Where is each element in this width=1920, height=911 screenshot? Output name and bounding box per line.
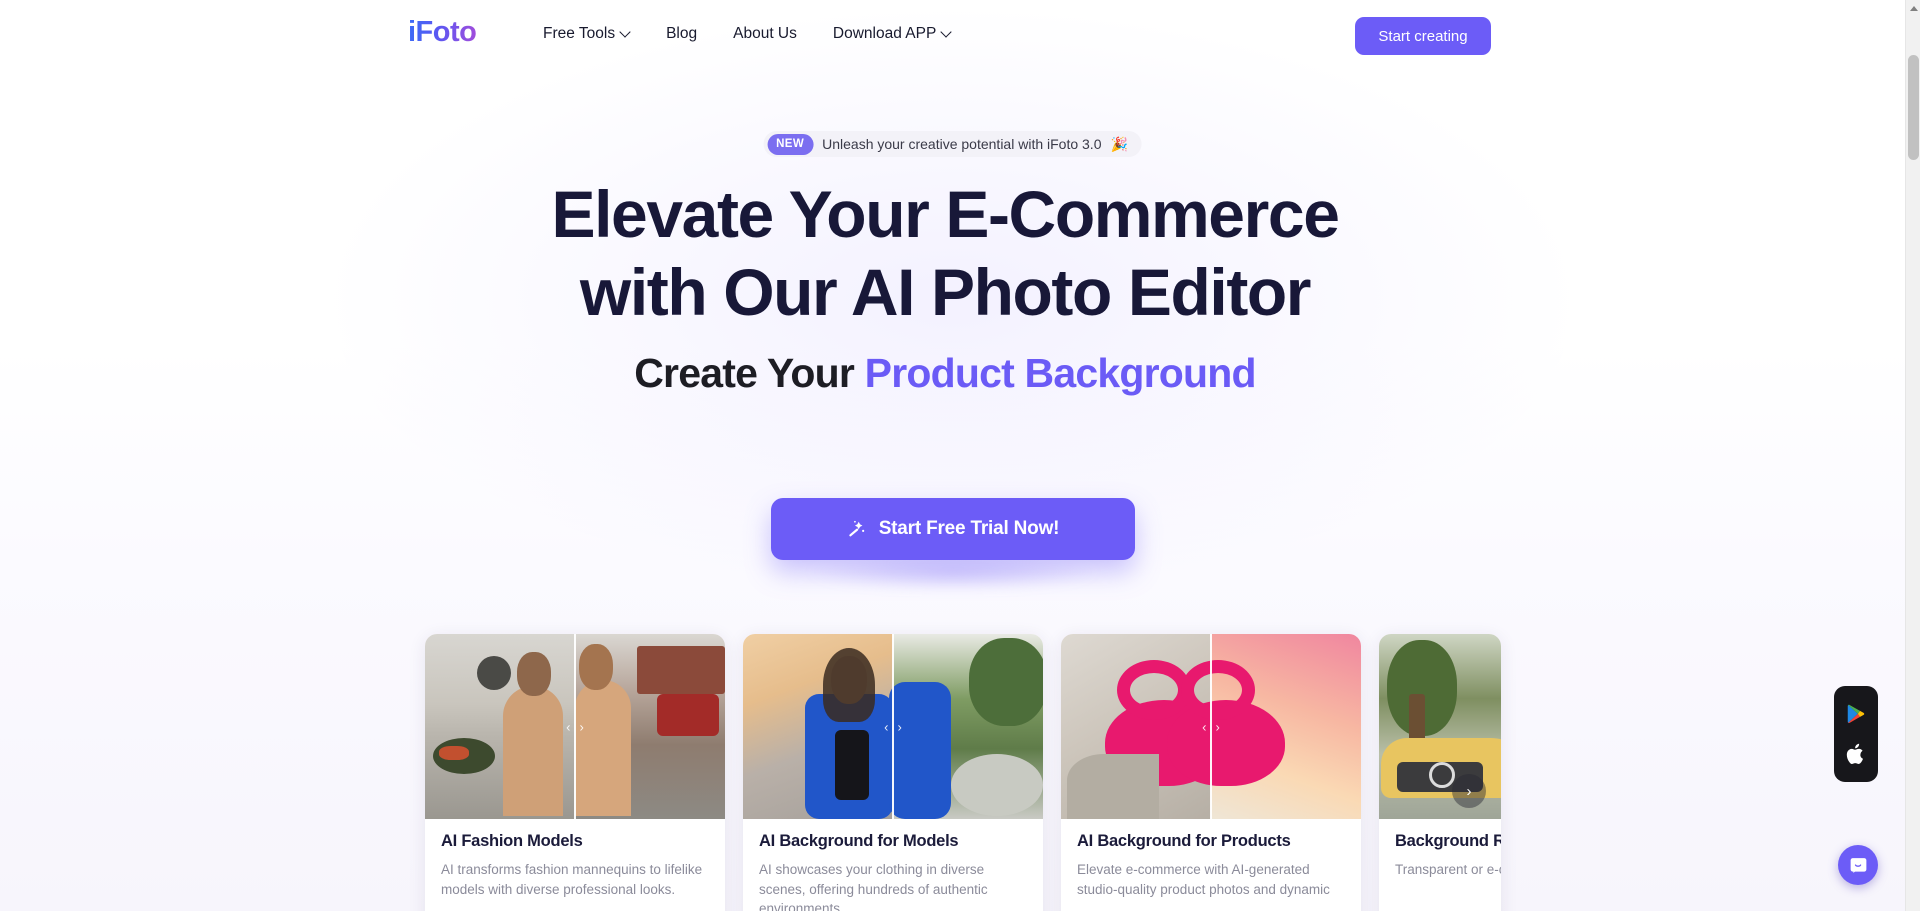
nav-item-about-us[interactable]: About Us bbox=[715, 22, 815, 46]
apple-icon[interactable] bbox=[1845, 742, 1867, 766]
carousel-card[interactable]: Background R Transparent or e-c backgrou… bbox=[1379, 634, 1501, 911]
slider-next-chevron: › bbox=[579, 719, 584, 734]
hero-cta-wrapper: Start Free Trial Now! bbox=[770, 498, 1135, 590]
before-after-thumbnail[interactable]: ‹ › bbox=[1061, 634, 1361, 819]
chat-support-button[interactable] bbox=[1838, 845, 1878, 885]
page-root: iFoto Free Tools Blog About Us Download … bbox=[0, 0, 1905, 911]
card-body: Background R Transparent or e-c backgrou… bbox=[1379, 819, 1501, 896]
magic-wand-icon bbox=[849, 520, 864, 536]
card-title: Background R bbox=[1395, 832, 1501, 850]
hero-title-line-1: Elevate Your E-Commerce bbox=[551, 177, 1339, 251]
feature-carousel: ‹ › AI Fashion Models AI transforms fash… bbox=[425, 634, 1501, 911]
cta-label: Start Free Trial Now! bbox=[878, 518, 1060, 539]
carousel-next-button[interactable]: › bbox=[1452, 774, 1486, 808]
app-download-panel[interactable] bbox=[1834, 686, 1878, 782]
card-description: AI transforms fashion mannequins to life… bbox=[441, 862, 703, 897]
carousel-card[interactable]: ‹ › AI Fashion Models AI transforms fash… bbox=[425, 634, 725, 911]
nav-item-blog[interactable]: Blog bbox=[648, 22, 715, 46]
page-title: Elevate Your E-Commerce with Our AI Phot… bbox=[0, 176, 1890, 332]
card-title: AI Background for Products bbox=[1077, 832, 1291, 850]
card-description: Elevate e-commerce with AI-generated stu… bbox=[1077, 862, 1330, 897]
nav-label: Download APP bbox=[832, 25, 937, 42]
card-title: AI Fashion Models bbox=[441, 832, 583, 850]
announcement-text: Unleash your creative potential with iFo… bbox=[822, 136, 1102, 152]
after-image bbox=[1167, 634, 1361, 819]
announcement-banner[interactable]: NEW Unleash your creative potential with… bbox=[763, 131, 1142, 157]
before-after-thumbnail[interactable]: ‹ › bbox=[743, 634, 1043, 819]
card-title: AI Background for Models bbox=[759, 832, 959, 850]
slider-next-chevron: › bbox=[1215, 719, 1220, 734]
slider-next-chevron: › bbox=[897, 719, 902, 734]
scrollbar-thumb[interactable] bbox=[1908, 55, 1919, 160]
scroll-up-arrow-icon[interactable] bbox=[1906, 0, 1920, 17]
before-image bbox=[425, 634, 575, 819]
comparison-handle[interactable]: ‹ › bbox=[884, 720, 902, 733]
comparison-handle[interactable]: ‹ › bbox=[1202, 720, 1220, 733]
card-body: AI Background for Products Elevate e-com… bbox=[1061, 819, 1361, 911]
google-play-icon[interactable] bbox=[1845, 703, 1867, 725]
hero-title-line-2: with Our AI Photo Editor bbox=[579, 254, 1312, 329]
before-image bbox=[743, 634, 893, 819]
page-scrollbar[interactable] bbox=[1905, 0, 1920, 911]
card-description: Transparent or e-c backgrounds com bbox=[1395, 862, 1501, 877]
carousel-card[interactable]: ‹ › AI Background for Models AI showcase… bbox=[743, 634, 1043, 911]
hero-subtitle-accent: Product Background bbox=[864, 349, 1257, 396]
new-badge: NEW bbox=[767, 133, 814, 155]
chevron-down-icon bbox=[621, 28, 630, 37]
card-body: AI Background for Models AI showcases yo… bbox=[743, 819, 1043, 911]
nav-item-free-tools[interactable]: Free Tools bbox=[525, 22, 648, 46]
nav-item-download-app[interactable]: Download APP bbox=[815, 22, 969, 46]
nav-label: Blog bbox=[666, 25, 698, 42]
slider-prev-chevron: ‹ bbox=[566, 719, 571, 734]
site-header: iFoto Free Tools Blog About Us Download … bbox=[0, 0, 1905, 72]
card-body: AI Fashion Models AI transforms fashion … bbox=[425, 819, 725, 911]
hero-subtitle-prefix: Create Your bbox=[634, 349, 865, 396]
hero-section: Elevate Your E-Commerce with Our AI Phot… bbox=[0, 176, 1890, 397]
carousel-card[interactable]: ‹ › AI Background for Products Elevate e… bbox=[1061, 634, 1361, 911]
slider-prev-chevron: ‹ bbox=[884, 719, 889, 734]
chevron-down-icon bbox=[942, 28, 951, 37]
nav-label: About Us bbox=[733, 25, 797, 42]
after-image bbox=[575, 634, 725, 819]
before-after-thumbnail[interactable]: ‹ › bbox=[425, 634, 725, 819]
nav-label: Free Tools bbox=[543, 25, 616, 42]
main-nav: Free Tools Blog About Us Download APP bbox=[525, 22, 969, 46]
party-popper-icon: 🎉 bbox=[1110, 135, 1128, 152]
chat-bubble-icon bbox=[1850, 857, 1866, 873]
card-description: AI showcases your clothing in diverse sc… bbox=[759, 862, 988, 911]
start-free-trial-button[interactable]: Start Free Trial Now! bbox=[770, 498, 1135, 560]
comparison-handle[interactable]: ‹ › bbox=[566, 720, 584, 733]
logo[interactable]: iFoto bbox=[408, 18, 477, 47]
start-creating-button[interactable]: Start creating bbox=[1355, 17, 1491, 55]
slider-prev-chevron: ‹ bbox=[1202, 719, 1207, 734]
after-image bbox=[889, 634, 1043, 819]
hero-subtitle: Create Your Product Background bbox=[0, 350, 1890, 397]
